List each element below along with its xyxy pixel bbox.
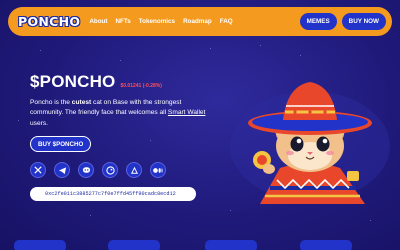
x-icon[interactable] [30,162,46,178]
medium-icon[interactable] [150,162,166,178]
dexscreener-icon[interactable] [126,162,142,178]
poncho-cat-mascot [230,82,390,204]
buy-now-button[interactable]: BUY NOW [341,13,386,30]
nav-link-faq[interactable]: FAQ [220,18,233,25]
smart-wallet-link[interactable]: Smart Wallet [168,109,206,116]
contract-address-field[interactable]: 0xc2fe011c3885277c7f0e7ffd45ff90cadc8ecd… [30,187,196,201]
desc-text-1: Poncho is the [30,99,72,106]
social-links [30,162,166,178]
coingecko-icon[interactable] [102,162,118,178]
buy-poncho-button[interactable]: BUY $PONCHO [30,136,92,152]
desc-text-3: users. [30,119,48,127]
desc-bold-cutest: cutest [71,99,92,106]
token-ticker: $PONCHO [30,72,116,91]
top-navbar: PONCHO About NFTs Tokenomics Roadmap FAQ… [8,7,392,36]
nav-link-nfts[interactable]: NFTs [116,18,131,25]
hero-title-row: $PONCHO $0.01241 (-0.28%) [30,72,162,92]
telegram-icon[interactable] [54,162,70,178]
nav-link-tokenomics[interactable]: Tokenomics [139,18,175,25]
hero-description: Poncho is the cutest cat on Base with th… [30,98,210,129]
nav-links: About NFTs Tokenomics Roadmap FAQ [89,18,232,25]
token-price: $0.01241 (-0.28%) [120,83,162,89]
nav-link-roadmap[interactable]: Roadmap [183,18,212,25]
nav-link-about[interactable]: About [89,18,107,25]
poncho-logo[interactable]: PONCHO [18,14,80,29]
memes-button[interactable]: MEMES [299,13,337,30]
discord-icon[interactable] [78,162,94,178]
